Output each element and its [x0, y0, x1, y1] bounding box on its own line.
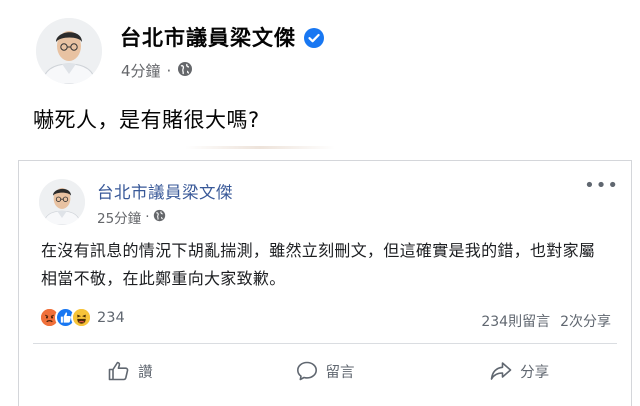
shared-post-meta: 25分鐘 · [97, 207, 166, 227]
share-count[interactable]: 2次分享 [560, 311, 611, 331]
comment-count[interactable]: 234則留言 [481, 311, 550, 331]
comment-bubble-icon [296, 361, 318, 381]
thumbs-up-icon [108, 361, 130, 381]
shared-post-time[interactable]: 25分鐘 [97, 207, 141, 227]
comment-button[interactable]: 留言 [228, 353, 423, 389]
shared-post-card: 台北市議員梁文傑 25分鐘 · ••• 在沒有訊息的情況下胡亂揣測，雖然立刻刪文… [18, 160, 632, 406]
globe-icon [177, 61, 193, 81]
author-avatar[interactable] [36, 18, 102, 84]
shared-author-name[interactable]: 台北市議員梁文傑 [97, 179, 233, 203]
shared-author-avatar[interactable] [39, 179, 85, 225]
post-time[interactable]: 4分鐘 [121, 60, 161, 81]
engagement-stats: 234則留言 2次分享 [481, 311, 611, 331]
share-arrow-icon [490, 361, 512, 381]
haha-reaction-icon [71, 307, 92, 328]
comment-label: 留言 [325, 364, 355, 381]
meta-separator: · [145, 209, 150, 225]
post-meta: 4分鐘 · [121, 60, 193, 81]
action-bar: 讚 留言 分享 [33, 353, 617, 389]
share-label: 分享 [520, 364, 550, 381]
post-text: 嚇死人，是有賭很大嗎? [33, 108, 260, 132]
shared-post-text: 在沒有訊息的情況下胡亂揣測，雖然立刻刪文，但這確實是我的錯，也對家屬相當不敬，在… [41, 241, 596, 288]
globe-icon [153, 209, 166, 226]
reaction-count[interactable]: 234 [97, 310, 125, 326]
meta-separator: · [166, 61, 172, 80]
reactions-summary[interactable]: 234 [39, 307, 125, 328]
like-button[interactable]: 讚 [33, 353, 228, 389]
verified-badge-icon [304, 28, 324, 53]
author-name-text[interactable]: 台北市議員梁文傑 [120, 26, 296, 50]
divider [33, 343, 617, 344]
like-label: 讚 [138, 364, 153, 381]
image-artifact [185, 146, 335, 149]
share-button[interactable]: 分享 [422, 353, 617, 389]
more-options-button[interactable]: ••• [584, 177, 619, 195]
author-name[interactable]: 台北市議員梁文傑 [120, 22, 324, 53]
